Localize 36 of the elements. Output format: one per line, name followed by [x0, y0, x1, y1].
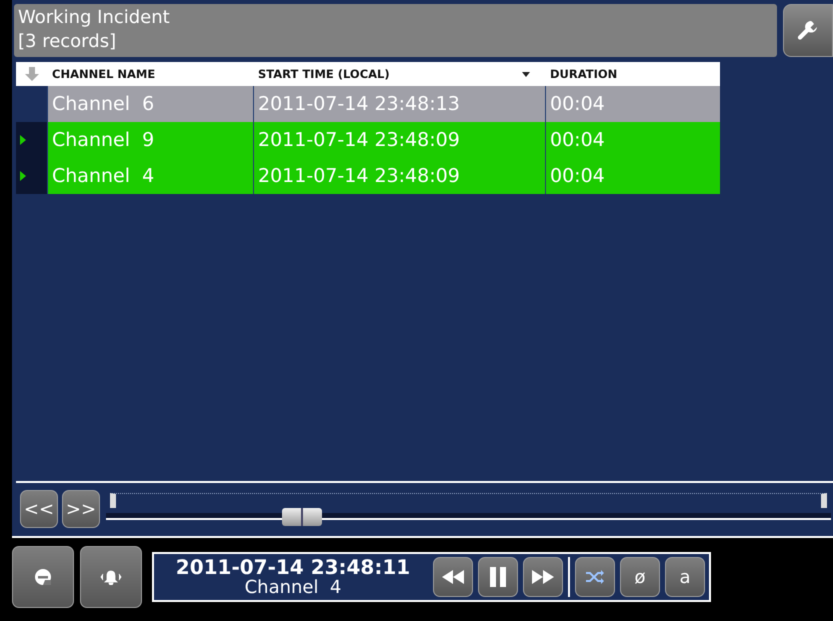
pause-icon: [490, 567, 506, 587]
back-button[interactable]: <<: [20, 490, 58, 528]
settings-button[interactable]: [783, 4, 833, 58]
table-cell: Channel 6: [47, 86, 253, 122]
column-header[interactable]: DURATION: [545, 62, 720, 86]
playback-time: 2011-07-14 23:48:11: [176, 556, 410, 578]
shuffle-icon: [585, 569, 605, 585]
play-icon: [20, 171, 26, 182]
table-cell: 00:04: [545, 158, 720, 194]
table-cell: 2011-07-14 23:48:09: [253, 122, 545, 158]
forward-button[interactable]: >>: [62, 490, 100, 528]
shuffle-button[interactable]: [575, 557, 615, 597]
record-count: [3 records]: [18, 30, 118, 54]
channel-name: Channel 4: [244, 578, 342, 598]
table-cell: Channel 4: [47, 158, 253, 194]
a-button[interactable]: a: [665, 557, 705, 597]
down-arrow-icon: [24, 66, 40, 82]
bell-icon: [100, 569, 122, 585]
table-cell: 00:04: [545, 122, 720, 158]
rewind-button[interactable]: [433, 557, 473, 597]
slider-thumb[interactable]: [282, 508, 322, 526]
table-cell: 00:04: [545, 86, 720, 122]
table-cell: 2011-07-14 23:48:09: [253, 158, 545, 194]
column-header[interactable]: CHANNEL NAME: [47, 62, 253, 86]
table-cell: 2011-07-14 23:48:13: [253, 86, 545, 122]
null-button[interactable]: ø: [620, 557, 660, 597]
column-header[interactable]: START TIME (LOCAL): [253, 62, 545, 86]
rewind-icon: [442, 570, 464, 584]
play-icon: [20, 135, 26, 146]
window-title: Working Incident: [18, 6, 171, 30]
table-cell: Channel 9: [47, 122, 253, 158]
fast-forward-button[interactable]: [523, 557, 563, 597]
alarm-button[interactable]: [80, 546, 142, 608]
e-button[interactable]: [12, 546, 74, 608]
pause-button[interactable]: [478, 557, 518, 597]
fast-forward-icon: [532, 570, 554, 584]
